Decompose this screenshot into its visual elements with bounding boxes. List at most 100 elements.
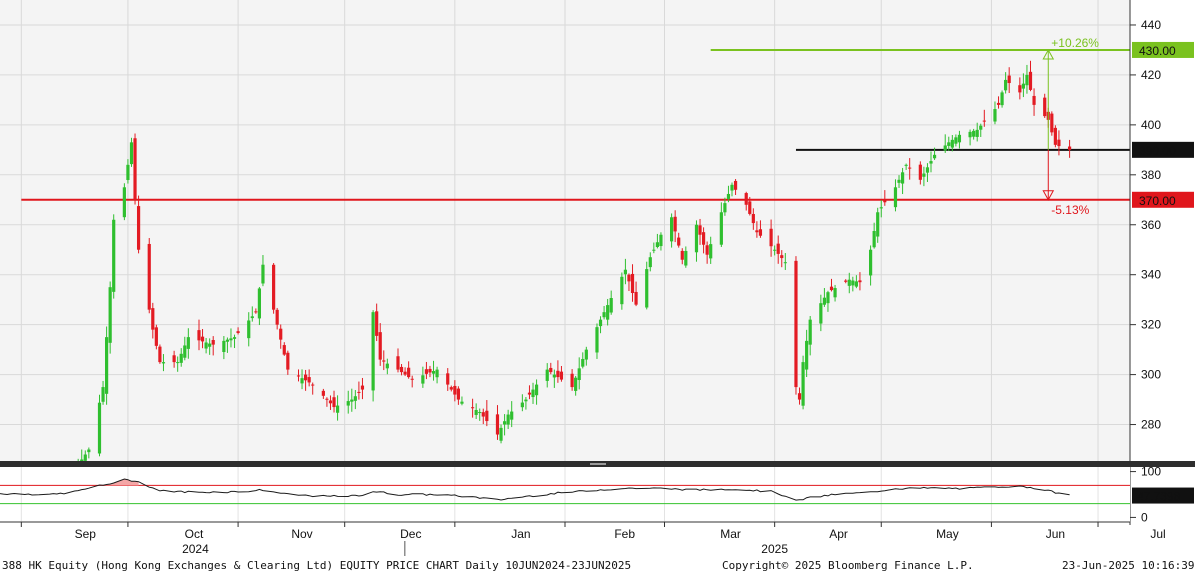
month-label: Apr [829, 527, 848, 541]
candle-body [773, 249, 777, 251]
candle-body [133, 138, 137, 200]
candle-body [200, 336, 205, 342]
candle-body [154, 327, 158, 346]
candle-body [232, 337, 237, 339]
candle-body [598, 319, 603, 327]
candle-body [950, 139, 954, 148]
candle-body [851, 280, 855, 286]
candle-body [222, 340, 226, 353]
candle-body [733, 180, 738, 190]
candle-body [797, 393, 802, 400]
candle-body [922, 173, 926, 177]
candle-body [275, 309, 279, 325]
chart-root: +10.26% -5.13% 280 300 320 340 360 380 400 420 44… [0, 0, 1195, 575]
month-label: Dec [400, 527, 421, 541]
candle-body [1000, 92, 1004, 106]
candle-body [755, 230, 759, 233]
candle-body [431, 371, 436, 374]
candle-body [758, 229, 763, 236]
candle-body [1067, 146, 1072, 150]
candle-body [645, 269, 649, 308]
candle-body [421, 375, 425, 384]
candle-body [478, 412, 482, 414]
candle-body [236, 331, 240, 333]
candle-body [211, 340, 215, 345]
candle-body [670, 217, 674, 242]
candle-body [559, 371, 564, 380]
candle-body [346, 401, 350, 406]
candle-body [730, 184, 734, 191]
candle-body [435, 369, 439, 378]
candle-body [527, 392, 532, 395]
candle-body [471, 407, 475, 409]
candle-body [574, 377, 578, 391]
candle-body [975, 129, 979, 137]
candle-body [524, 399, 528, 402]
candle-body [595, 327, 599, 353]
candle-body [694, 224, 699, 253]
candle-body [385, 363, 389, 369]
candle-body [570, 373, 574, 388]
candle-body [126, 164, 130, 181]
copyright-text: Copyright© 2025 Bloomberg Finance L.P. [722, 559, 974, 572]
candle-body [186, 337, 190, 349]
candle-body [808, 319, 812, 345]
candle-body [680, 250, 684, 260]
candle-body [904, 164, 908, 166]
price-tick-label: 440 [1141, 18, 1161, 32]
candle-body [122, 187, 126, 218]
candle-body [606, 305, 610, 320]
candle-body [424, 369, 429, 374]
candle-body [620, 276, 624, 305]
candle-body [957, 134, 962, 143]
candle-body [453, 385, 457, 395]
candle-body [581, 358, 585, 367]
candle-body [947, 142, 951, 146]
price-chart: +10.26% -5.13% 280 300 320 340 360 380 400 420 44… [0, 0, 1195, 556]
candle-body [307, 377, 311, 383]
candle-body [908, 167, 912, 169]
candle-body [1043, 97, 1047, 117]
candle-body [357, 391, 361, 393]
candle-body [929, 161, 933, 164]
candle-body [261, 264, 265, 284]
candle-body [83, 454, 87, 461]
candle-body [1028, 71, 1033, 90]
candle-body [1025, 74, 1029, 86]
candle-body [296, 375, 301, 377]
candle-body [474, 409, 478, 415]
candle-body [829, 286, 834, 291]
candle-body [176, 362, 180, 364]
candle-body [552, 374, 556, 378]
candle-body [844, 280, 848, 282]
candle-body [147, 243, 151, 310]
candle-body [879, 207, 883, 209]
candle-body [556, 370, 560, 378]
candle-body [399, 366, 404, 373]
panel-splitter-grip[interactable] [590, 463, 606, 465]
candle-body [286, 352, 290, 370]
price-tick-label: 300 [1141, 368, 1161, 382]
time-axis: Sep Oct Nov Dec Jan Feb Mar Apr May Jun Jul 2024 202… [20, 522, 1166, 556]
candle-body [833, 288, 837, 298]
candle-body [1007, 75, 1011, 84]
candle-body [723, 203, 727, 213]
candle-body [648, 257, 652, 268]
candle-body [726, 193, 731, 199]
candle-body [925, 167, 930, 173]
candle-body [499, 427, 503, 441]
candle-body [403, 371, 407, 375]
price-tick-label: 360 [1141, 218, 1161, 232]
candle-body [97, 402, 102, 454]
annotation-label: +10.26% [1051, 36, 1099, 50]
candle-body [630, 273, 635, 294]
candle-body [972, 130, 976, 137]
candle-body [161, 362, 166, 364]
year-label: 2024 [182, 542, 209, 556]
oscillator-y-axis: 0 100 47.7398 [1130, 465, 1194, 524]
month-label: Nov [291, 527, 312, 541]
candle-body [868, 249, 873, 276]
candle-body [993, 109, 997, 122]
candle-body [847, 279, 851, 286]
level-label: 370.00 [1139, 194, 1176, 208]
